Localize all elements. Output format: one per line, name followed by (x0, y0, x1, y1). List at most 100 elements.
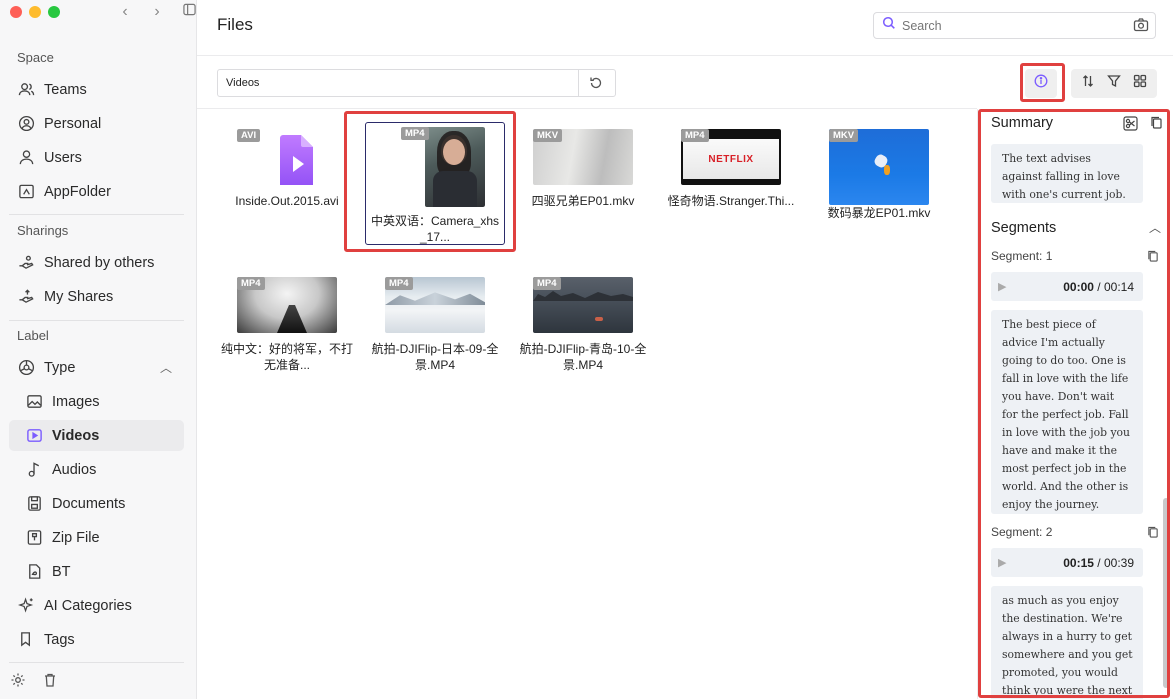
grid-view-icon[interactable] (1133, 74, 1147, 93)
play-icon[interactable]: ▶ (998, 280, 1006, 293)
file-item[interactable]: AVI Inside.Out.2015.avi (217, 129, 357, 209)
sidebar-item-images[interactable]: Images (9, 386, 184, 417)
sort-icon[interactable] (1081, 74, 1095, 93)
sidebar-item-label: My Shares (44, 288, 114, 305)
file-name: 数码暴龙EP01.mkv (827, 206, 931, 220)
file-item[interactable]: MP4 航拍-DJIFlip-青岛-10-全景.MP4 (513, 277, 653, 373)
sidebar-item-label: Shared by others (44, 254, 155, 271)
file-name: 怪奇物语.Stranger.Thi... (667, 194, 795, 208)
sidebar: ‹ › Space Teams Personal Users AppFolder… (0, 0, 197, 699)
search-box[interactable] (873, 12, 1156, 39)
file-name: 四驱兄弟EP01.mkv (531, 194, 635, 208)
end-time: / 00:14 (1097, 279, 1134, 294)
file-type-badge: MKV (533, 129, 563, 142)
refresh-icon[interactable] (578, 70, 613, 96)
sidebar-item-label: AI Categories (44, 597, 132, 614)
copy-icon[interactable] (1147, 250, 1159, 265)
copy-icon[interactable] (1147, 526, 1159, 541)
summary-actions (1123, 116, 1163, 136)
segment-time: 00:15 / 00:39 (1063, 556, 1134, 570)
toolbar-divider (197, 108, 977, 109)
path-bar (217, 69, 616, 97)
filter-icon[interactable] (1107, 74, 1121, 93)
sidebar-item-type[interactable]: Type ︿ (9, 352, 184, 383)
header: Files (197, 0, 1173, 56)
sidebar-item-teams[interactable]: Teams (9, 74, 184, 105)
panel-scrollbar[interactable] (1163, 498, 1169, 688)
divider (9, 320, 184, 321)
segment-label: Segment: 1 (991, 249, 1053, 263)
settings-gear-icon[interactable] (10, 672, 26, 693)
segment-transcript: as much as you enjoy the destination. We… (991, 586, 1143, 699)
chevron-up-icon[interactable]: ︿ (1149, 219, 1161, 236)
segment-player[interactable]: ▶ 00:00 / 00:14 (991, 272, 1143, 301)
file-thumbnail: MKV (829, 129, 929, 205)
search-input[interactable] (902, 18, 1122, 33)
minimize-window-button[interactable] (29, 6, 41, 18)
file-name: Inside.Out.2015.avi (235, 194, 339, 208)
file-item[interactable]: MP4 NETFLIX 怪奇物语.Stranger.Thi... (661, 129, 801, 209)
netflix-frame: NETFLIX (683, 139, 779, 179)
file-thumbnail: MP4 (237, 277, 337, 333)
file-type-badge: MP4 (237, 277, 265, 290)
section-label-space: Space (17, 50, 54, 65)
file-item[interactable]: MKV 四驱兄弟EP01.mkv (513, 129, 653, 209)
zip-icon (25, 529, 43, 547)
sidebar-item-users[interactable]: Users (9, 142, 184, 173)
music-note-icon (25, 461, 43, 479)
segments-title: Segments (991, 220, 1057, 236)
divider (9, 662, 184, 663)
sidebar-item-documents[interactable]: Documents (9, 488, 184, 519)
sidebar-item-label: Videos (52, 427, 100, 444)
trash-icon[interactable] (42, 672, 58, 693)
file-thumbnail: MP4 (385, 127, 485, 207)
sidebar-item-personal[interactable]: Personal (9, 108, 184, 139)
file-item-selected[interactable]: MP4 中英双语：Camera_xhs_17... (365, 127, 505, 245)
segment-transcript: The best piece of advice I'm actually go… (991, 310, 1143, 514)
details-panel: Summary The text advises against falling… (977, 109, 1173, 699)
ai-search-icon (882, 16, 896, 35)
file-thumbnail: MKV (533, 129, 633, 185)
sidebar-item-appfolder[interactable]: AppFolder (9, 176, 184, 207)
sidebar-item-my-shares[interactable]: My Shares (9, 281, 184, 312)
user-icon (17, 149, 35, 167)
sidebar-toggle-icon[interactable] (180, 3, 198, 21)
play-icon[interactable]: ▶ (998, 556, 1006, 569)
sidebar-item-bt[interactable]: BT (9, 556, 184, 587)
copy-icon[interactable] (1150, 116, 1163, 136)
sidebar-item-tags[interactable]: Tags (9, 624, 184, 655)
scissors-icon[interactable] (1123, 116, 1138, 136)
maximize-window-button[interactable] (48, 6, 60, 18)
file-type-badge: MP4 (533, 277, 561, 290)
forward-icon[interactable]: › (148, 3, 166, 21)
file-type-badge: AVI (237, 129, 261, 142)
type-icon (17, 359, 35, 377)
sidebar-item-shared-by-others[interactable]: Shared by others (9, 247, 184, 278)
view-tools (1071, 69, 1157, 98)
camera-icon[interactable] (1133, 17, 1149, 38)
file-item[interactable]: MKV 数码暴龙EP01.mkv (809, 129, 949, 221)
sidebar-item-label: Personal (44, 115, 102, 132)
end-time: / 00:39 (1097, 555, 1134, 570)
file-item[interactable]: MP4 纯中文：好的将军，不打无准备... (217, 277, 357, 373)
share-hand-icon (17, 288, 35, 306)
file-thumbnail: AVI (237, 129, 337, 185)
sidebar-item-ai-categories[interactable]: AI Categories (9, 590, 184, 621)
file-item[interactable]: MP4 航拍-DJIFlip-日本-09-全景.MP4 (365, 277, 505, 373)
info-button[interactable] (1025, 69, 1057, 98)
current-time: 00:00 (1063, 279, 1094, 294)
sidebar-item-label: Images (52, 393, 100, 410)
sidebar-item-label: Audios (52, 461, 97, 478)
sidebar-item-label: Zip File (52, 529, 100, 546)
sidebar-item-audios[interactable]: Audios (9, 454, 184, 485)
sidebar-item-zip-file[interactable]: Zip File (9, 522, 184, 553)
segment-player[interactable]: ▶ 00:15 / 00:39 (991, 548, 1143, 577)
back-icon[interactable]: ‹ (116, 3, 134, 21)
path-input[interactable] (218, 70, 578, 96)
close-window-button[interactable] (10, 6, 22, 18)
sidebar-footer (10, 672, 58, 693)
sidebar-item-videos[interactable]: Videos (9, 420, 184, 451)
file-type-badge: MP4 (385, 277, 413, 290)
history-nav: ‹ › (116, 3, 198, 21)
chevron-up-icon[interactable]: ︿ (160, 359, 172, 376)
